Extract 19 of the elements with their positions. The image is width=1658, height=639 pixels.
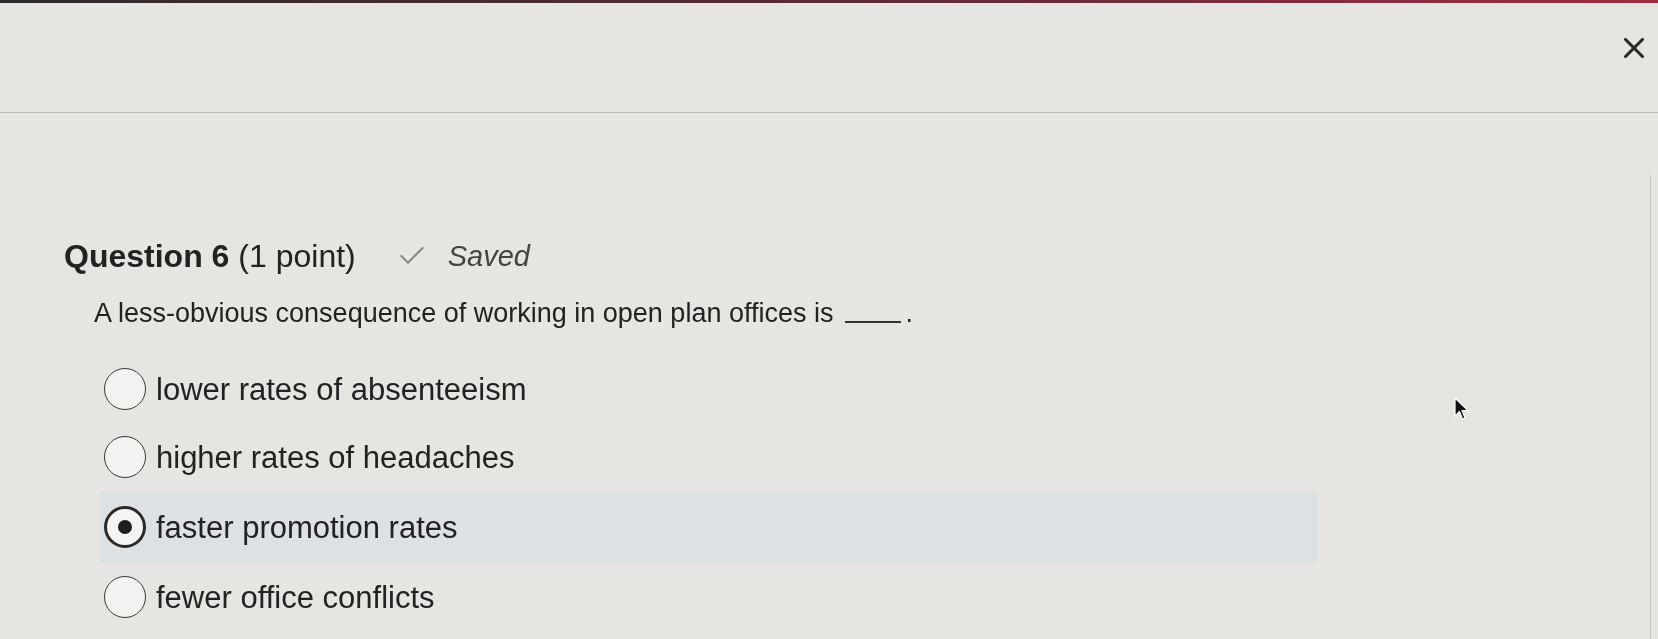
question-title: Question 6	[64, 240, 230, 272]
radio-button[interactable]	[104, 506, 146, 548]
answer-option[interactable]: faster promotion rates	[100, 491, 1318, 563]
radio-button[interactable]	[104, 436, 146, 478]
answer-option[interactable]: higher rates of headaches	[100, 423, 1318, 491]
question-points: (1 point)	[238, 240, 356, 272]
radio-button[interactable]	[104, 576, 146, 618]
radio-button[interactable]	[104, 368, 146, 410]
option-label: faster promotion rates	[156, 511, 458, 543]
question-text: A less-obvious consequence of working in open plan offices is	[94, 300, 834, 327]
answer-option[interactable]: fewer office conflicts	[100, 563, 1318, 631]
option-label: fewer office conflicts	[156, 581, 435, 613]
fill-in-line	[845, 321, 902, 323]
question-end: .	[905, 300, 913, 327]
option-label: higher rates of headaches	[156, 441, 515, 473]
save-status: Saved	[447, 241, 530, 271]
mouse-cursor-icon	[1454, 397, 1470, 421]
option-label: lower rates of absenteeism	[156, 373, 527, 405]
answer-option[interactable]: lower rates of absenteeism	[100, 355, 1318, 423]
